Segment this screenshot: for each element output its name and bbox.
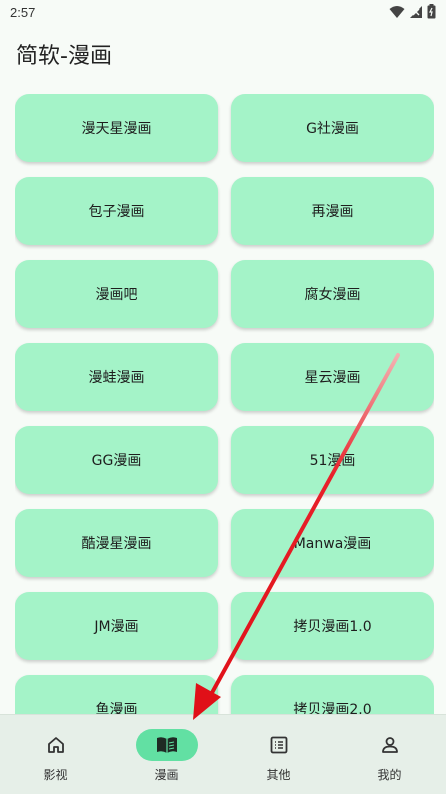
source-tile[interactable]: 漫蛙漫画 bbox=[15, 343, 218, 411]
nav-label: 我的 bbox=[377, 768, 402, 782]
bottom-navigation: 影视 漫画 其他 我的 bbox=[0, 714, 446, 794]
nav-label: 其他 bbox=[266, 768, 291, 782]
source-tile[interactable]: 漫天星漫画 bbox=[15, 94, 218, 162]
person-icon bbox=[359, 729, 421, 761]
list-icon bbox=[248, 729, 310, 761]
nav-label: 漫画 bbox=[154, 768, 179, 782]
source-tile[interactable]: 星云漫画 bbox=[231, 343, 434, 411]
signal-icon bbox=[410, 5, 422, 18]
source-tile[interactable]: GG漫画 bbox=[15, 426, 218, 494]
nav-label: 影视 bbox=[43, 768, 68, 782]
home-icon bbox=[25, 729, 87, 761]
source-tile[interactable]: 腐女漫画 bbox=[231, 260, 434, 328]
nav-item-0[interactable]: 影视 bbox=[0, 715, 111, 794]
source-tile[interactable]: G社漫画 bbox=[231, 94, 434, 162]
source-grid: 漫天星漫画 G社漫画 包子漫画 再漫画 漫画吧 腐女漫画 漫蛙漫画 星云漫画 GG漫画 51漫画酷… bbox=[15, 94, 434, 716]
source-tile[interactable]: JM漫画 bbox=[15, 592, 218, 660]
status-bar: 2:57 bbox=[0, 0, 446, 26]
nav-item-3[interactable]: 我的 bbox=[334, 715, 445, 794]
source-tile[interactable]: 51漫画 bbox=[231, 426, 434, 494]
nav-item-2[interactable]: 其他 bbox=[223, 715, 334, 794]
source-tile[interactable]: 再漫画 bbox=[231, 177, 434, 245]
source-tile[interactable]: 漫画吧 bbox=[15, 260, 218, 328]
status-time: 2:57 bbox=[10, 5, 36, 20]
source-tile[interactable]: 拷贝漫画1.0 bbox=[231, 592, 434, 660]
source-tile[interactable]: 拷贝漫画2.0 bbox=[231, 675, 434, 716]
battery-icon bbox=[427, 4, 436, 19]
source-tile[interactable]: 包子漫画 bbox=[15, 177, 218, 245]
source-tile[interactable]: Manwa漫画 bbox=[231, 509, 434, 577]
status-icons bbox=[389, 4, 436, 19]
nav-item-1[interactable]: 漫画 bbox=[111, 715, 222, 794]
source-tile[interactable]: 鱼漫画 bbox=[15, 675, 218, 716]
wifi-icon bbox=[389, 5, 405, 18]
source-tile[interactable]: 酷漫星漫画 bbox=[15, 509, 218, 577]
book-icon bbox=[135, 729, 198, 761]
page-title: 简软-漫画 bbox=[16, 44, 112, 69]
